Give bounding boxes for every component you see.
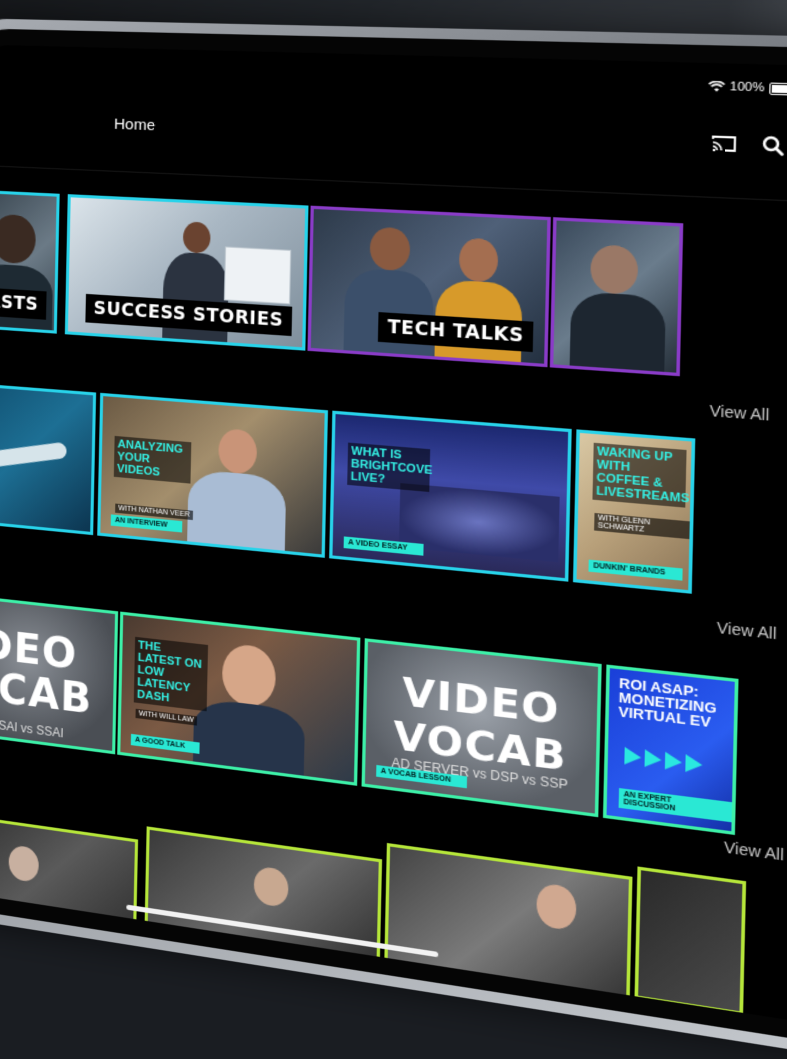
video-card[interactable]: ROI ASAP: MONETIZING VIRTUAL EV AN EXPER… [602, 664, 739, 836]
view-all-link[interactable]: View All [717, 619, 777, 643]
video-title: WHAT IS BRIGHTCOVE LIVE? [347, 442, 432, 492]
view-all-link[interactable]: View All [724, 838, 784, 864]
app-screen: 100% Home DCASTS SUCCESS STORIES TECH TA… [0, 44, 787, 1025]
video-card[interactable] [0, 381, 97, 536]
category-card-more[interactable] [549, 217, 684, 377]
nav-actions [709, 130, 787, 160]
video-title: ANALYZING YOUR VIDEOS [113, 435, 192, 484]
status-bar: 100% [708, 79, 787, 97]
video-card[interactable]: DEO OCAB CSAI vs SSAI [0, 592, 119, 755]
video-title: THE LATEST ON LOW LATENCY DASH [133, 636, 209, 712]
video-card[interactable]: VIDEO VOCAB AD SERVER vs DSP vs SSP A VO… [361, 638, 602, 818]
category-card-success-stories[interactable]: SUCCESS STORIES [64, 194, 309, 351]
video-card[interactable]: THE LATEST ON LOW LATENCY DASH WITH WILL… [117, 611, 361, 786]
video-card[interactable] [634, 866, 747, 1016]
view-all-link[interactable]: View All [709, 402, 769, 424]
battery-percent: 100% [729, 80, 765, 95]
battery-icon [769, 81, 787, 96]
video-card[interactable]: WAKING UP WITH COFFEE & LIVESTREAMS WITH… [572, 429, 696, 594]
category-carousel: DCASTS SUCCESS STORIES TECH TALKS [0, 188, 787, 387]
wifi-icon [708, 81, 725, 93]
cast-icon[interactable] [709, 130, 739, 158]
nav-home-tab[interactable]: Home [114, 115, 156, 134]
interview-carousel: ANALYZING YOUR VIDEOS WITH NATHAN VEER A… [0, 381, 787, 607]
video-card[interactable]: ANALYZING YOUR VIDEOS WITH NATHAN VEER A… [97, 392, 328, 558]
video-card[interactable]: WHAT IS BRIGHTCOVE LIVE? A VIDEO ESSAY [329, 410, 572, 582]
search-icon[interactable] [758, 132, 787, 160]
category-label: DCASTS [0, 285, 47, 320]
top-nav: Home [0, 97, 787, 171]
category-card-podcasts[interactable]: DCASTS [0, 188, 60, 334]
category-card-tech-talks[interactable]: TECH TALKS [307, 205, 551, 368]
video-title: WAKING UP WITH COFFEE & LIVESTREAMS [592, 442, 690, 508]
tablet: 100% Home DCASTS SUCCESS STORIES TECH TA… [0, 18, 787, 1059]
